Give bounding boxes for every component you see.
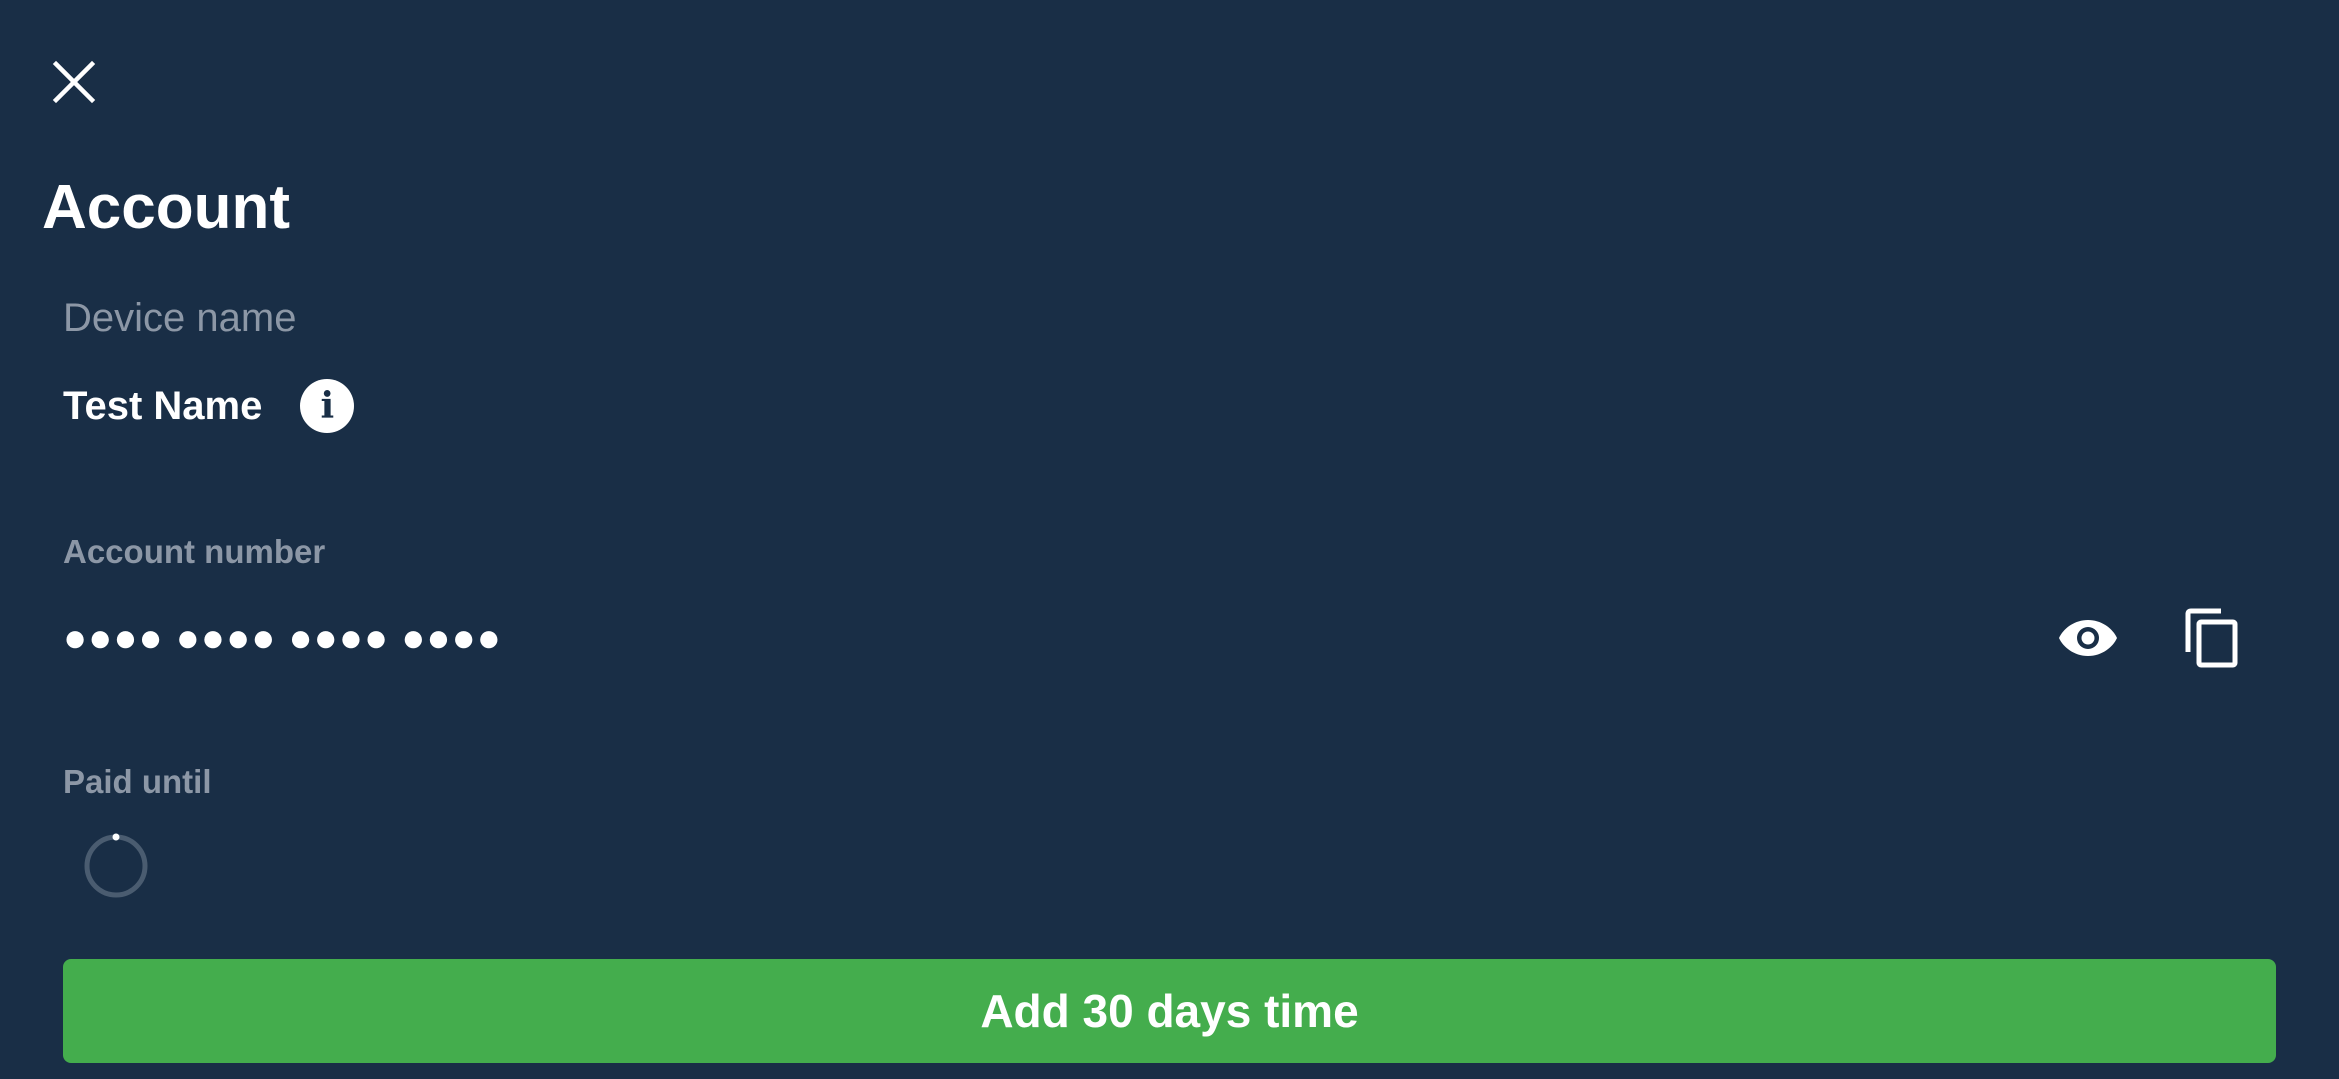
account-number-label: Account number [63,533,326,570]
account-number-row: ●●●● ●●●● ●●●● ●●●● [63,608,2245,668]
account-number-value: ●●●● ●●●● ●●●● ●●●● [63,616,502,660]
show-account-number-button[interactable] [2052,602,2124,674]
close-icon [52,60,96,104]
device-name-info-button[interactable]: i [300,379,355,433]
device-name-label: Device name [63,296,297,340]
close-button[interactable] [42,50,106,114]
info-icon: i [320,385,335,427]
eye-icon [2059,620,2117,656]
account-screen: Account Device name Test Name i Account … [0,0,2339,1079]
device-name-row: Test Name i [63,378,355,434]
page-title: Account [42,173,290,242]
copy-account-number-button[interactable] [2176,602,2248,674]
device-name-value: Test Name [63,383,263,428]
loading-spinner [84,833,148,898]
copy-icon [2185,608,2238,668]
paid-until-label: Paid until [63,763,212,800]
add-30-days-button[interactable]: Add 30 days time [63,959,2276,1063]
